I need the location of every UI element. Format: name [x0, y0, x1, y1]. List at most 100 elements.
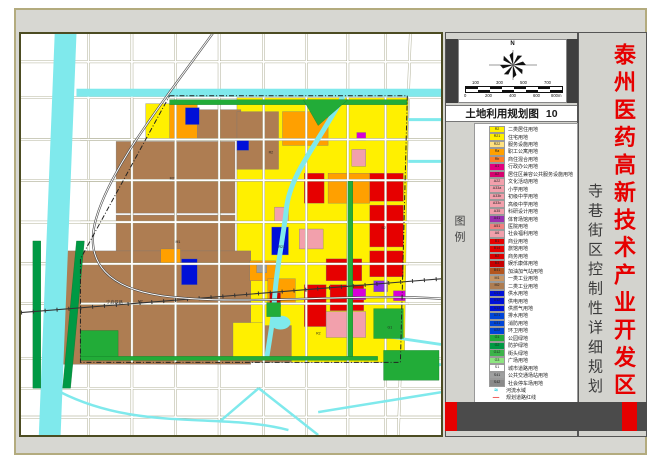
legend-item-label: 排水用地 [508, 312, 528, 319]
legend-item: B14旅馆用地 [489, 245, 576, 252]
svg-text:R2: R2 [269, 150, 273, 154]
plan-subtitle: 寺巷街区控制性详细规划 [584, 183, 605, 398]
legend-item-label: 科研设计用地 [508, 208, 538, 215]
legend-item: A33b初级中学用地 [489, 193, 576, 200]
legend-item-label: 加油加气站用地 [508, 268, 543, 275]
scale-bar-strip [465, 86, 563, 93]
legend-item: A22文化活动用地 [489, 178, 576, 185]
svg-text:G1: G1 [388, 326, 393, 330]
legend-item-label: 供水用地 [508, 290, 528, 297]
legend-item: U13供燃气用地 [489, 305, 576, 312]
legend-swatch: A6 [489, 230, 505, 238]
scale-bottom-labels: 0 200 400 600 800m [464, 93, 562, 99]
legend-item: U11供水用地 [489, 290, 576, 297]
legend-item: R22服务设施用地 [489, 141, 576, 148]
legend-item-label: 居住区兼容公共服务设施用地 [508, 171, 573, 178]
legend-swatch: A41 [489, 215, 505, 223]
legend-item: U21排水用地 [489, 312, 576, 319]
legend-item-label: 小学用地 [508, 186, 528, 193]
legend-item: M1一类工业用地 [489, 275, 576, 282]
legend-item: S1城市道路用地 [489, 365, 576, 372]
legend-swatch: U21 [489, 312, 505, 320]
legend-item-label: 公园绿地 [508, 335, 528, 342]
legend-item: U12供电用地 [489, 297, 576, 304]
pond [271, 316, 291, 330]
map-title: 土地利用规划图 [465, 106, 539, 121]
compass-box: N [458, 39, 567, 103]
svg-text:R21: R21 [279, 245, 285, 249]
legend-item: S41公共交通场站用地 [489, 372, 576, 379]
legend-item-label: 二类居住用地 [508, 126, 538, 133]
legend-swatch: S42 [489, 379, 505, 387]
legend-swatch: G1 [489, 334, 505, 342]
legend-item-label: 防护绿地 [508, 342, 528, 349]
legend-item-label: 社会福利用地 [508, 230, 538, 237]
legend-swatch: S1 [489, 364, 505, 372]
legend-item: G12街头绿地 [489, 350, 576, 357]
legend-item: A33a小学用地 [489, 186, 576, 193]
bottom-dark-bar [445, 402, 647, 431]
legend-item-label: 规划道路红线 [506, 394, 536, 401]
legend-swatch: U11 [489, 290, 505, 298]
legend-item: S42社会停车场用地 [489, 379, 576, 386]
legend-swatch: A35 [489, 208, 505, 216]
legend-swatch: Rb [489, 156, 505, 164]
legend-redline-symbol: — [489, 395, 503, 401]
legend-swatch: B3 [489, 260, 505, 268]
legend-item-label: 旅馆用地 [508, 245, 528, 252]
legend-item-label: 环卫用地 [508, 327, 528, 334]
legend-item-label: 高级中学用地 [508, 201, 538, 208]
legend-item: G3广场用地 [489, 357, 576, 364]
legend-panel: N [445, 32, 578, 437]
legend-item: A35科研设计用地 [489, 208, 576, 215]
legend-swatch: G2 [489, 342, 505, 350]
legend-swatch: R21 [489, 133, 505, 141]
legend-item: G2防护绿地 [489, 342, 576, 349]
legend-item-label: 公共交通场站用地 [508, 372, 548, 379]
legend-item: B3娱乐康体用地 [489, 260, 576, 267]
legend-item-label: 供电用地 [508, 298, 528, 305]
legend-swatch: A33c [489, 200, 505, 208]
land-use-map: M2 M2 M1 R2 R2 R21 B2 G1 宁启铁路 [19, 32, 443, 437]
legend-item: Rb商住混合用地 [489, 156, 576, 163]
legend-swatch: U12 [489, 297, 505, 305]
legend-item-label: 广场用地 [508, 357, 528, 364]
legend-water-symbol: ≈ [489, 388, 503, 394]
plan-sheet: M2 M2 M1 R2 R2 R21 B2 G1 宁启铁路 N [0, 0, 661, 463]
legend-item-label: 文化活动用地 [508, 178, 538, 185]
svg-text:M2: M2 [170, 176, 175, 180]
legend-item-label: 住宅用地 [508, 134, 528, 141]
legend-swatch: U31 [489, 320, 505, 328]
svg-text:R2: R2 [316, 331, 320, 335]
legend-item: Ra职工公寓用地 [489, 148, 576, 155]
legend-item: M2二类工业用地 [489, 283, 576, 290]
legend-swatch: R22 [489, 141, 505, 149]
legend-item-label: 商业用地 [508, 238, 528, 245]
legend-swatch: Ra [489, 148, 505, 156]
legend-item: R2二类居住用地 [489, 126, 576, 133]
legend-item-label: 城市道路用地 [508, 365, 538, 372]
legend-item: A33c高级中学用地 [489, 201, 576, 208]
red-block-left [445, 402, 457, 431]
legend-item: G1公园绿地 [489, 335, 576, 342]
legend-item: U22环卫用地 [489, 327, 576, 334]
red-block-right [622, 402, 637, 431]
legend-swatch: A33a [489, 185, 505, 193]
legend-item-label: 消防用地 [508, 320, 528, 327]
legend-swatch: B41 [489, 267, 505, 275]
legend-item: B41加油加气站用地 [489, 268, 576, 275]
panel-dark-bar-right [567, 39, 578, 103]
legend-swatch: U13 [489, 305, 505, 313]
legend-swatch: A51 [489, 223, 505, 231]
legend-swatch: A22 [489, 178, 505, 186]
legend-item-label: 街头绿地 [508, 350, 528, 357]
legend-item-label: 二类工业用地 [508, 283, 538, 290]
railway-label: 宁启铁路 [106, 299, 123, 305]
legend-item: U31消防用地 [489, 320, 576, 327]
legend-swatch: M1 [489, 275, 505, 283]
legend-item: R21住宅用地 [489, 133, 576, 140]
sheet-mat: M2 M2 M1 R2 R2 R21 B2 G1 宁启铁路 N [14, 8, 647, 455]
legend-item: A41体育场馆用地 [489, 215, 576, 222]
panel-dark-bar-left [446, 39, 458, 103]
plan-title: 泰州医药高新技术产业开发区 [607, 43, 639, 401]
